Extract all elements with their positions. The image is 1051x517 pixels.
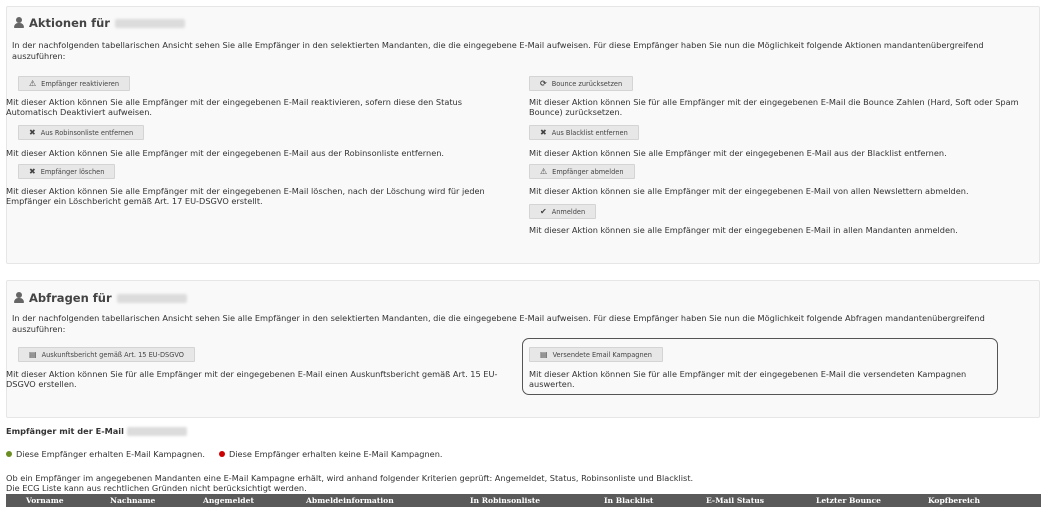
check-icon: ✔ (540, 206, 547, 216)
remove-blacklist-button[interactable]: ✖ Aus Blacklist entfernen (529, 125, 639, 140)
subscribe-button[interactable]: ✔ Anmelden (529, 204, 597, 219)
actions-title: Aktionen für (14, 16, 185, 30)
column-header[interactable]: Angemeldet (203, 496, 254, 505)
column-header[interactable]: Vorname (26, 496, 64, 505)
redacted-email (126, 426, 187, 436)
unsubscribe-button[interactable]: ⚠ Empfänger abmelden (529, 164, 635, 179)
column-header[interactable]: Kopfbereich (928, 496, 980, 505)
subscribe-desc: Mit dieser Aktion können sie alle Empfän… (529, 225, 958, 235)
recipients-table-header: Vorname Nachname Angemeldet Abmeldeinfor… (6, 494, 1041, 507)
remove-robinson-button[interactable]: ✖ Aus Robinsonliste entfernen (18, 125, 145, 140)
bounce-desc: Mit dieser Aktion können Sie für alle Em… (529, 97, 1019, 117)
queries-intro: In der nachfolgenden tabellarischen Ansi… (12, 313, 985, 334)
robinson-desc: Mit dieser Aktion können Sie alle Empfän… (6, 148, 445, 158)
unsubscribe-desc: Mit dieser Aktion können sie alle Empfän… (529, 186, 969, 196)
user-icon (14, 17, 24, 29)
redacted-email (114, 18, 185, 28)
info-report-button[interactable]: ▤ Auskunftsbericht gemäß Art. 15 EU-DSGV… (18, 347, 195, 362)
recipients-title: Empfänger mit der E-Mail (6, 426, 187, 436)
document-icon: ▤ (29, 349, 37, 359)
column-header[interactable]: Letzter Bounce (816, 496, 881, 505)
reset-bounce-button[interactable]: ⟳ Bounce zurücksetzen (529, 76, 634, 91)
delete-recipient-button[interactable]: ✖ Empfänger löschen (18, 164, 116, 179)
column-header[interactable]: In Blacklist (604, 496, 653, 505)
column-header[interactable]: Abmeldeinformation (306, 496, 394, 505)
user-icon (14, 292, 24, 304)
legend: Diese Empfänger erhalten E-Mail Kampagne… (6, 449, 443, 459)
sent-campaigns-button[interactable]: ▤ Versendete Email Kampagnen (529, 347, 663, 362)
redacted-email (116, 293, 187, 303)
document-icon: ▤ (540, 349, 548, 359)
red-dot-icon (218, 451, 225, 457)
criteria-text: Ob ein Empfänger im angegebenen Mandante… (6, 473, 694, 483)
ecg-note: Die ECG Liste kann aus rechtlichen Gründ… (6, 483, 307, 493)
delete-desc: Mit dieser Aktion können Sie alle Empfän… (6, 186, 485, 206)
column-header[interactable]: E-Mail Status (706, 496, 764, 505)
actions-intro: In der nachfolgenden tabellarischen Ansi… (12, 40, 984, 61)
column-header[interactable]: Nachname (110, 496, 155, 505)
x-icon: ✖ (540, 127, 547, 137)
reactivate-desc: Mit dieser Aktion können Sie alle Empfän… (6, 97, 463, 117)
queries-title: Abfragen für (14, 291, 187, 305)
warning-icon: ⚠ (540, 166, 548, 176)
x-icon: ✖ (29, 127, 36, 137)
reactivate-button[interactable]: ⚠ Empfänger reaktivieren (18, 76, 131, 91)
x-icon: ✖ (29, 166, 36, 176)
column-header[interactable]: In Robinsonliste (470, 496, 540, 505)
report-desc: Mit dieser Aktion können Sie für alle Em… (6, 369, 498, 389)
refresh-icon: ⟳ (540, 78, 547, 88)
warning-icon: ⚠ (29, 78, 37, 88)
blacklist-desc: Mit dieser Aktion können Sie alle Empfän… (529, 148, 947, 158)
green-dot-icon (6, 451, 12, 457)
campaigns-desc: Mit dieser Aktion können Sie für alle Em… (529, 369, 967, 389)
